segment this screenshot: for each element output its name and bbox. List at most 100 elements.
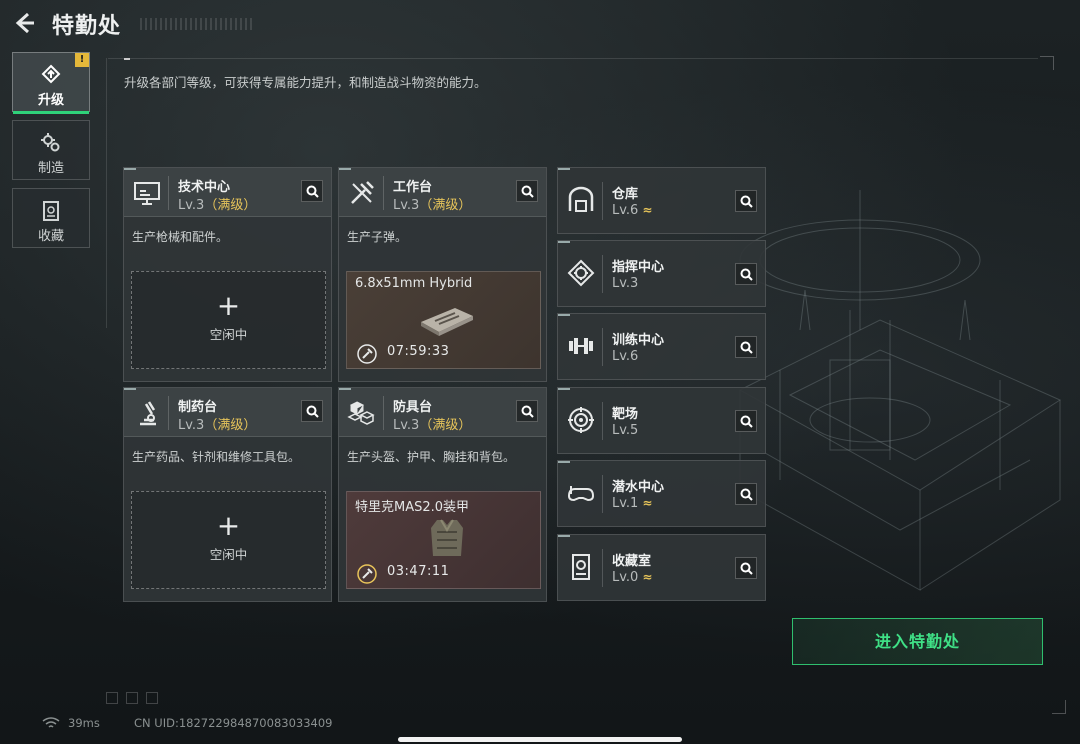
workshop-name: 技术中心 [178,180,231,195]
sidenav-craft[interactable]: 制造 [12,120,90,180]
alert-badge: ! [75,53,89,67]
facility-command-center[interactable]: 指挥中心 Lv.3 [557,240,766,307]
card-header: 防具台 Lv.3（满级） [339,388,546,437]
workshop-name: 工作台 [393,180,433,195]
sidenav-label: 制造 [37,161,64,176]
title-decoration [140,18,255,30]
armor-vest-icon [431,519,463,556]
page-description: 升级各部门等级，可获得专属能力提升，和制造战斗物资的能力。 [124,75,487,90]
production-item-name: 特里克MAS2.0装甲 [355,500,470,515]
card-header: 技术中心 Lv.3（满级） [124,168,331,217]
inspect-button[interactable] [735,483,757,505]
sidenav-collection[interactable]: 收藏 [12,188,90,248]
workshop-card-workbench[interactable]: 工作台 Lv.3（满级） 生产子弹。 6.8x51mm Hybrid 07:59… [338,167,547,382]
card-header: 制药台 Lv.3（满级） [124,388,331,437]
search-icon [740,195,753,208]
decoration-square [126,692,138,704]
separator [383,396,384,430]
facility-collection-room[interactable]: 收藏室 Lv.0 ≈ [557,534,766,601]
workshop-description: 生产子弹。 [347,230,408,244]
workshop-level: Lv.3（满级） [393,418,472,433]
collection-icon [43,201,59,221]
inspect-button[interactable] [301,180,323,202]
facility-level: Lv.1 ≈ [612,496,653,511]
workshop-level: Lv.3（满级） [393,198,472,213]
facility-name: 仓库 [612,187,639,202]
workshop-description: 生产枪械和配件。 [132,230,229,244]
production-timer: 03:47:11 [387,564,450,579]
search-icon [740,268,753,281]
facility-name: 指挥中心 [612,260,665,275]
sidenav-label: 升级 [37,93,64,108]
separator [602,182,603,220]
separator [602,328,603,366]
trophy-cabinet-icon [572,554,590,580]
workshop-description: 生产头盔、护甲、胸挂和背包。 [347,450,516,464]
slot-status: 空闲中 [209,327,248,342]
inspect-button[interactable] [301,400,323,422]
inspect-button[interactable] [516,180,538,202]
search-icon [521,405,534,418]
facility-level: Lv.5 [612,423,639,438]
back-button[interactable] [12,10,38,36]
command-icon [567,259,595,287]
production-slot-active[interactable]: 特里克MAS2.0装甲 03:47:11 [346,491,541,589]
search-icon [306,185,319,198]
diving-mask-icon [567,486,595,502]
divider-vertical [106,58,107,328]
warehouse-icon [568,186,594,212]
facility-warehouse[interactable]: 仓库 Lv.6 ≈ [557,167,766,234]
inspect-button[interactable] [735,190,757,212]
enter-special-ops-button[interactable]: 进入特勤处 [792,618,1043,665]
inspect-button[interactable] [735,557,757,579]
user-uid: CN UID:182722984870083033409 [134,716,333,730]
upgrade-available-icon: ≈ [642,203,653,217]
production-slot-empty[interactable]: + 空闲中 [131,491,326,589]
dumbbell-icon [569,338,593,354]
home-indicator[interactable] [398,737,682,742]
plus-icon: + [216,289,241,322]
corner-decoration [1052,700,1066,714]
inspect-button[interactable] [735,263,757,285]
target-icon [568,407,594,433]
production-slot-active[interactable]: 6.8x51mm Hybrid 07:59:33 [346,271,541,369]
separator [168,176,169,210]
sidenav-upgrade[interactable]: 升级 ! [12,52,90,114]
inspect-button[interactable] [516,400,538,422]
facility-level: Lv.6 [612,349,639,364]
upgrade-available-icon: ≈ [642,570,653,584]
production-item-name: 6.8x51mm Hybrid [355,276,473,291]
divider-mark [124,58,130,60]
facility-name: 收藏室 [612,554,652,569]
search-icon [740,415,753,428]
search-icon [740,488,753,501]
workshop-card-tech-center[interactable]: 技术中心 Lv.3（满级） 生产枪械和配件。 + 空闲中 [123,167,332,382]
production-slot-empty[interactable]: + 空闲中 [131,271,326,369]
facility-name: 潜水中心 [612,480,665,495]
separator [168,396,169,430]
ammo-box-icon [421,308,473,336]
workshop-level: Lv.3（满级） [178,418,257,433]
workshop-description: 生产药品、针剂和维修工具包。 [132,450,301,464]
inspect-button[interactable] [735,410,757,432]
card-header: 工作台 Lv.3（满级） [339,168,546,217]
sidenav-label: 收藏 [37,229,64,244]
plus-icon: + [216,509,241,542]
upgrade-icon [41,64,61,84]
search-icon [740,562,753,575]
facility-name: 训练中心 [612,333,665,348]
workshop-level: Lv.3（满级） [178,198,257,213]
workshop-card-pharmacy[interactable]: 制药台 Lv.3（满级） 生产药品、针剂和维修工具包。 + 空闲中 [123,387,332,602]
wrench-icon [357,344,377,364]
facility-shooting-range[interactable]: 靶场 Lv.5 [557,387,766,454]
facility-diving-center[interactable]: 潜水中心 Lv.1 ≈ [557,460,766,527]
facility-name: 靶场 [612,407,639,422]
facility-training-center[interactable]: 训练中心 Lv.6 [557,313,766,380]
inspect-button[interactable] [735,336,757,358]
workshop-card-armor[interactable]: 防具台 Lv.3（满级） 生产头盔、护甲、胸挂和背包。 特里克MAS2.0装甲 … [338,387,547,602]
decoration-square [106,692,118,704]
side-nav: 升级 ! 制造 收藏 [12,52,90,256]
facility-level: Lv.0 ≈ [612,570,653,585]
separator [602,255,603,293]
separator [383,176,384,210]
